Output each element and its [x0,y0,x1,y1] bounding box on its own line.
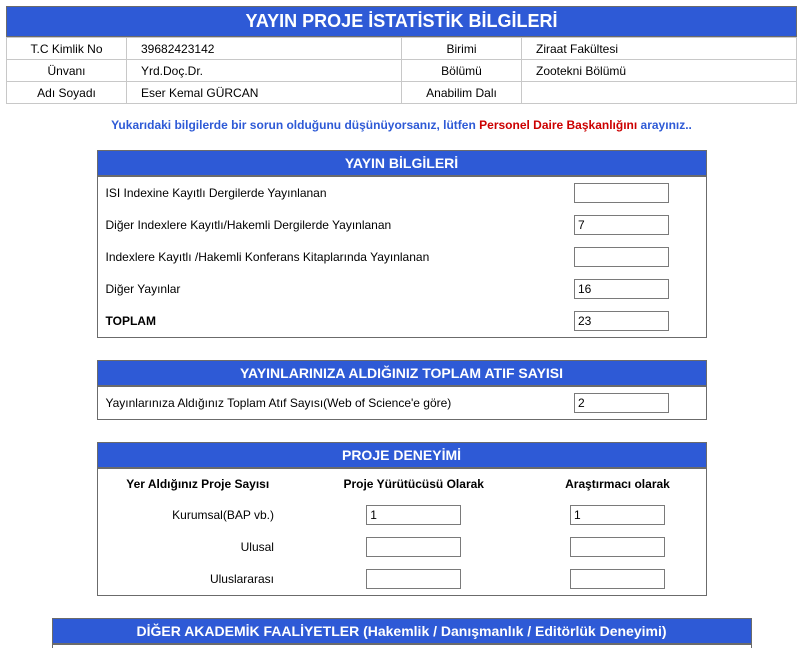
proje-uluslararasi-arastirmaci-input[interactable] [570,569,665,589]
anabilim-label: Anabilim Dalı [402,82,522,104]
proje-col2: Proje Yürütücüsü Olarak [298,469,530,500]
proje-kurumsal-arastirmaci-input[interactable] [570,505,665,525]
notice-red: Personel Daire Başkanlığını [479,118,637,132]
yayin-table: ISI Indexine Kayıtlı Dergilerde Yayınlan… [97,176,707,338]
anabilim-value [522,82,797,104]
proje-ulusal-arastirmaci-input[interactable] [570,537,665,557]
notice-text: Yukarıdaki bilgilerde bir sorun olduğunu… [6,104,797,150]
proje-header: PROJE DENEYİMİ [97,442,707,468]
proje-row-label: Kurumsal(BAP vb.) [97,499,298,531]
yayin-input-total[interactable] [574,311,669,331]
yayin-row-label: Diğer Yayınlar [97,273,566,305]
atif-table: Yayınlarınıza Aldığınız Toplam Atıf Sayı… [97,386,707,420]
atif-header: YAYINLARINIZA ALDIĞINIZ TOPLAM ATIF SAYI… [97,360,707,386]
proje-col1: Yer Aldığınız Proje Sayısı [97,469,298,500]
diger-row-label [52,645,611,649]
ad-label: Adı Soyadı [7,82,127,104]
yayin-row-label: ISI Indexine Kayıtlı Dergilerde Yayınlan… [97,177,566,210]
proje-row-label: Ulusal [97,531,298,563]
notice-before: Yukarıdaki bilgilerde bir sorun olduğunu… [111,118,479,132]
tc-label: T.C Kimlik No [7,38,127,60]
atif-input[interactable] [574,393,669,413]
birim-value: Ziraat Fakültesi [522,38,797,60]
birim-label: Birimi [402,38,522,60]
unvan-value: Yrd.Doç.Dr. [127,60,402,82]
bolum-value: Zootekni Bölümü [522,60,797,82]
diger-header: DİĞER AKADEMİK FAALİYETLER (Hakemlik / D… [52,618,752,644]
yayin-total-label: TOPLAM [97,305,566,338]
yayin-input-konferans[interactable] [574,247,669,267]
yayin-input-diger-index[interactable] [574,215,669,235]
tc-value: 39682423142 [127,38,402,60]
proje-col3: Araştırmacı olarak [529,469,706,500]
proje-table: Yer Aldığınız Proje Sayısı Proje Yürütüc… [97,468,707,596]
bolum-label: Bölümü [402,60,522,82]
yayin-row-label: Diğer Indexlere Kayıtlı/Hakemli Dergiler… [97,209,566,241]
proje-kurumsal-yurutucu-input[interactable] [366,505,461,525]
unvan-label: Ünvanı [7,60,127,82]
atif-label: Yayınlarınıza Aldığınız Toplam Atıf Sayı… [97,387,566,420]
proje-uluslararasi-yurutucu-input[interactable] [366,569,461,589]
yayin-input-diger[interactable] [574,279,669,299]
ad-value: Eser Kemal GÜRCAN [127,82,402,104]
proje-ulusal-yurutucu-input[interactable] [366,537,461,557]
proje-row-label: Uluslararası [97,563,298,596]
page-title: YAYIN PROJE İSTATİSTİK BİLGİLERİ [6,6,797,37]
person-info-table: T.C Kimlik No 39682423142 Birimi Ziraat … [6,37,797,104]
notice-after: arayınız.. [637,118,692,132]
yayin-header: YAYIN BİLGİLERİ [97,150,707,176]
yayin-input-isi[interactable] [574,183,669,203]
diger-table [52,644,752,648]
yayin-row-label: Indexlere Kayıtlı /Hakemli Konferans Kit… [97,241,566,273]
